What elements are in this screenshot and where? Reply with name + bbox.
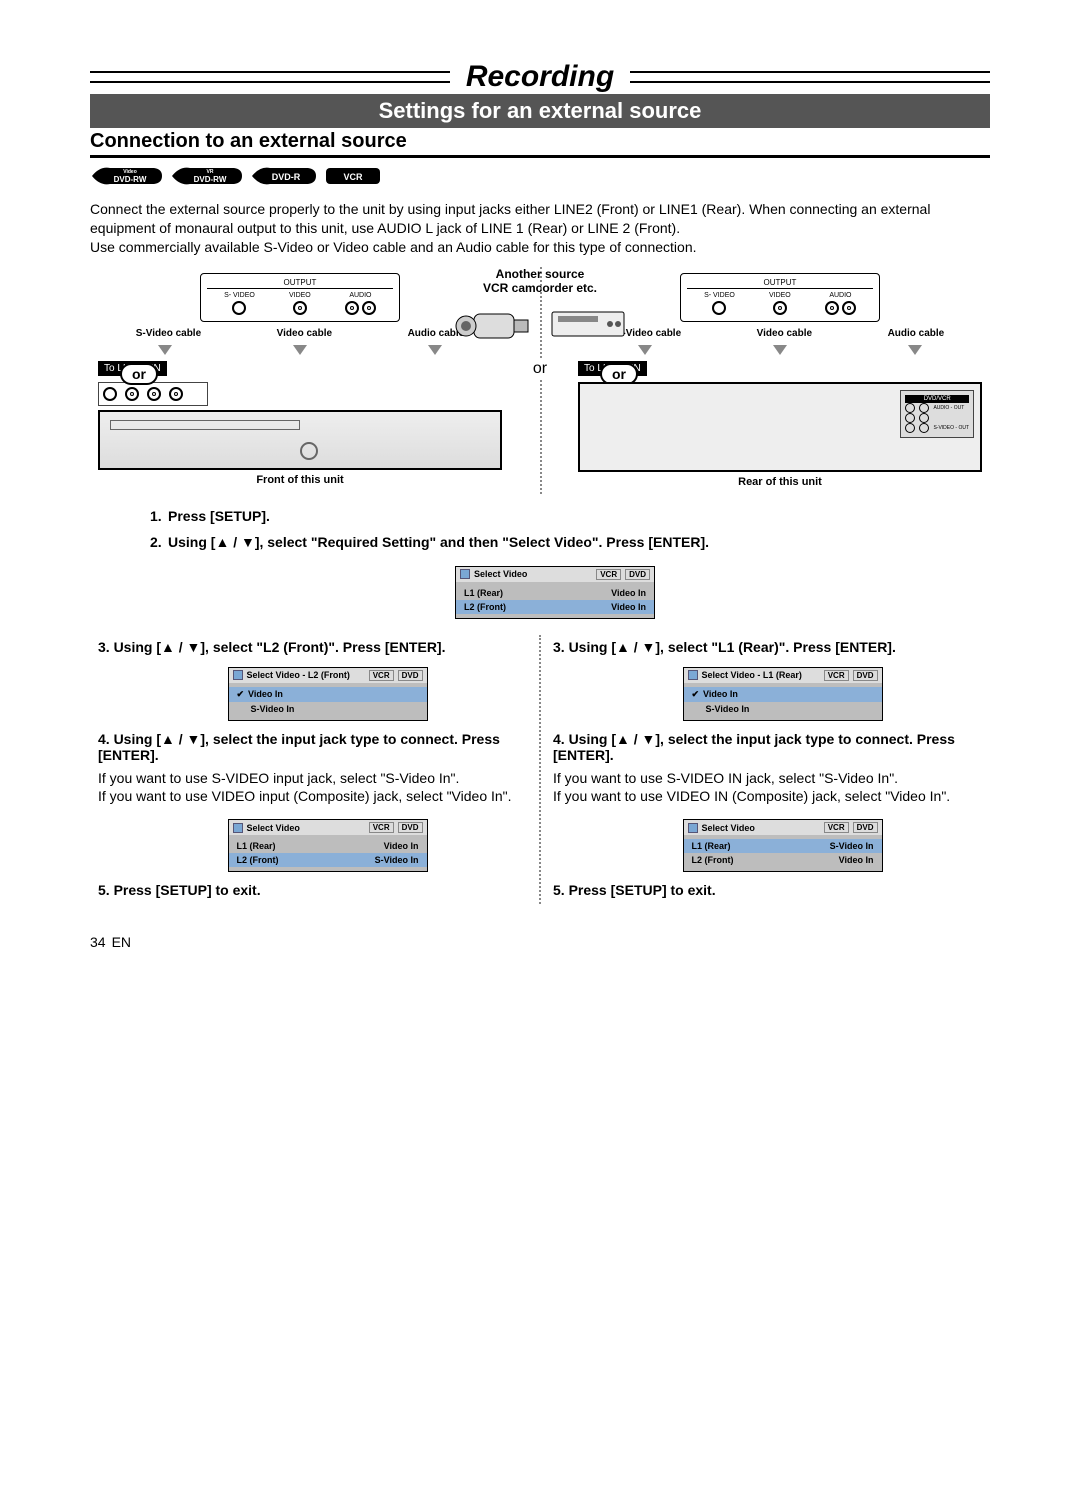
osd-right-3: Select Video - L1 (Rear)VCRDVD ✔Video In… — [683, 667, 883, 721]
source-output-panel-left: OUTPUT S- VIDEO VIDEO AUDIO — [200, 273, 400, 322]
front-caption: Front of this unit — [98, 474, 502, 486]
left-column: 3. Using [▲ / ▼], select "L2 (Front)". P… — [90, 635, 535, 904]
badge-dvd-r: DVD-R — [250, 166, 318, 186]
media-badges: VideoDVD-RW VRDVD-RW DVD-R VCR — [90, 166, 990, 186]
step-2: 2.Using [▲ / ▼], select "Required Settin… — [150, 534, 990, 550]
badge-vcr: VCR — [324, 166, 382, 186]
or-badge-left: or — [120, 363, 158, 385]
left-step-3: 3. Using [▲ / ▼], select "L2 (Front)". P… — [98, 639, 527, 655]
osd-icon — [460, 569, 470, 579]
unit-front-illustration — [98, 410, 502, 470]
camcorder-icon — [452, 300, 532, 348]
connection-diagram: OUTPUT S- VIDEO VIDEO AUDIO or S-Video c… — [90, 271, 990, 490]
label-video-cable: Video cable — [277, 328, 332, 339]
chapter-title-banner: Recording — [90, 60, 990, 94]
vcr-device-icon — [548, 300, 628, 348]
subheading: Connection to an external source — [90, 130, 990, 158]
left-step-5: 5. Press [SETUP] to exit. — [98, 882, 527, 898]
two-column-steps: 3. Using [▲ / ▼], select "L2 (Front)". P… — [90, 635, 990, 904]
video-jack-icon — [293, 301, 307, 315]
check-icon: ✔ — [237, 689, 245, 699]
chapter-title: Recording — [454, 60, 626, 94]
label-svideo-cable: S-Video cable — [136, 328, 201, 339]
rear-caption: Rear of this unit — [578, 476, 982, 488]
right-step-4: 4. Using [▲ / ▼], select the input jack … — [553, 731, 982, 763]
osd-row-selected: L2 (Front)Video In — [456, 600, 654, 614]
badge-dvd-rw-video: VideoDVD-RW — [90, 166, 164, 186]
svideo-jack-icon — [232, 301, 246, 315]
osd-left-4: Select VideoVCRDVD L1 (Rear)Video In L2 … — [228, 819, 428, 872]
osd-row: L1 (Rear)Video In — [456, 586, 654, 600]
svg-text:DVD-R: DVD-R — [272, 172, 301, 182]
svg-text:DVD-RW: DVD-RW — [194, 175, 227, 184]
page-number: 34EN — [90, 934, 990, 950]
svg-text:DVD-RW: DVD-RW — [114, 175, 147, 184]
badge-dvd-rw-vr: VRDVD-RW — [170, 166, 244, 186]
steps-top: 1.Press [SETUP]. 2.Using [▲ / ▼], select… — [90, 508, 990, 625]
front-input-jacks — [98, 382, 208, 406]
column-divider — [539, 635, 541, 904]
osd-right-4: Select VideoVCRDVD L1 (Rear)S-Video In L… — [683, 819, 883, 872]
unit-rear-illustration: DVD/VCR AUDIO - OUT S-VIDEO - OUT — [578, 382, 982, 472]
source-output-panel-right: OUTPUT S- VIDEO VIDEO AUDIO — [680, 273, 880, 322]
check-icon: ✔ — [692, 689, 700, 699]
right-column: 3. Using [▲ / ▼], select "L1 (Rear)". Pr… — [545, 635, 990, 904]
section-bar: Settings for an external source — [90, 94, 990, 128]
center-or: or — [529, 358, 551, 380]
right-step-4-body: If you want to use S-VIDEO IN jack, sele… — [553, 769, 982, 805]
left-step-4-body: If you want to use S-VIDEO input jack, s… — [98, 769, 527, 805]
svg-text:VCR: VCR — [343, 172, 363, 182]
intro-paragraph: Connect the external source properly to … — [90, 200, 990, 257]
osd-select-video-top: Select VideoVCRDVD L1 (Rear)Video In L2 … — [455, 566, 655, 619]
right-step-3: 3. Using [▲ / ▼], select "L1 (Rear)". Pr… — [553, 639, 982, 655]
step-1: 1.Press [SETUP]. — [150, 508, 990, 524]
audio-l-jack-icon — [345, 301, 359, 315]
arrow-down-icon — [158, 345, 172, 355]
left-step-4: 4. Using [▲ / ▼], select the input jack … — [98, 731, 527, 763]
osd-left-3: Select Video - L2 (Front)VCRDVD ✔Video I… — [228, 667, 428, 721]
right-step-5: 5. Press [SETUP] to exit. — [553, 882, 982, 898]
arrow-down-icon — [293, 345, 307, 355]
audio-r-jack-icon — [362, 301, 376, 315]
another-source-block: Another source VCR camcorder etc. — [435, 267, 645, 350]
